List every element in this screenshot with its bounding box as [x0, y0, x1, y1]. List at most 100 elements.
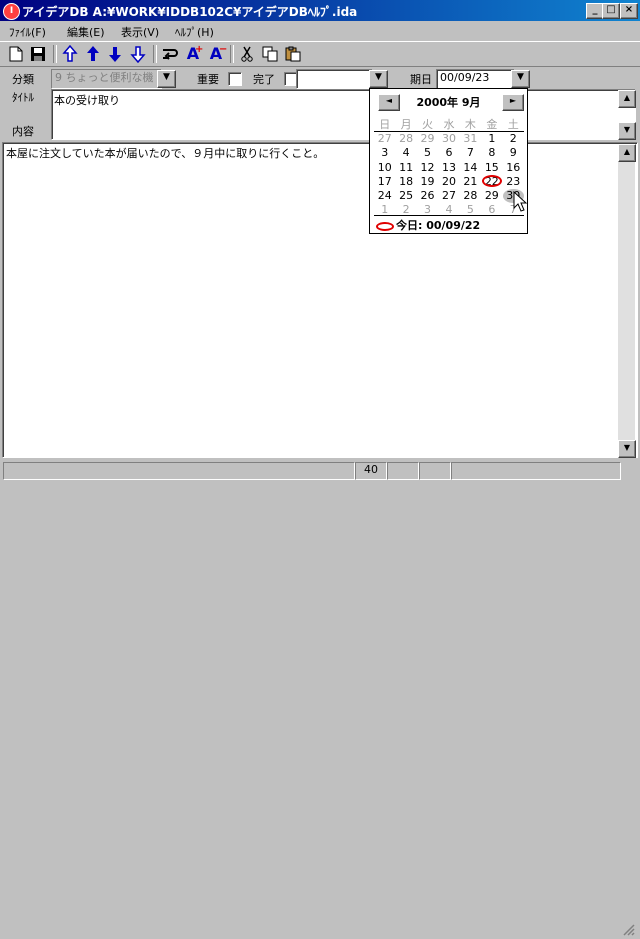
done-date-field[interactable]	[296, 69, 373, 89]
calendar-today-link[interactable]: 今日: 00/09/22	[376, 217, 480, 233]
calendar-day-number: 6	[445, 146, 453, 160]
calendar-day-number: 29	[420, 132, 435, 146]
status-main	[3, 462, 355, 480]
menu-edit[interactable]: 編集(E)	[67, 24, 105, 40]
calendar-day[interactable]: 20	[438, 175, 459, 189]
wrap-icon[interactable]	[160, 44, 180, 64]
calendar-day[interactable]: 14	[460, 161, 481, 175]
important-checkbox[interactable]	[228, 72, 242, 86]
calendar-day[interactable]: 24	[374, 189, 395, 203]
menu-view[interactable]: 表示(V)	[121, 24, 159, 40]
calendar-day[interactable]: 8	[481, 146, 502, 160]
calendar-day[interactable]: 21	[460, 175, 481, 189]
calendar-day[interactable]: 28	[460, 189, 481, 203]
calendar-day[interactable]: 16	[503, 161, 524, 175]
move-bottom-icon[interactable]	[128, 44, 148, 64]
calendar-day[interactable]: 3	[374, 146, 395, 160]
calendar-day-number: 24	[377, 188, 392, 202]
calendar-day-number: 14	[463, 160, 478, 174]
category-dropdown-button[interactable]: ▼	[157, 70, 176, 88]
calendar-day[interactable]: 18	[395, 175, 416, 189]
calendar-day[interactable]: 7	[460, 146, 481, 160]
cut-icon[interactable]	[237, 44, 257, 64]
calendar-day[interactable]: 15	[481, 161, 502, 175]
calendar-day[interactable]: 6	[438, 146, 459, 160]
title-scroll-down-button[interactable]: ▼	[618, 122, 636, 140]
calendar-week-row: 10 11 12 13 14 15 16	[374, 161, 524, 175]
new-file-icon[interactable]	[6, 44, 26, 64]
calendar-day-number: 2	[509, 132, 517, 146]
calendar-week-row: 3456789	[374, 146, 524, 160]
calendar-day[interactable]: 27	[438, 189, 459, 203]
due-date-dropdown-button[interactable]: ▼	[511, 70, 530, 88]
calendar-day-number: 21	[463, 174, 478, 188]
calendar-popup[interactable]: ◄ 2000年 9月 ► 日月火水木金土 27 28 29 30 31 1 2 3 4 5 6 7 8 9 1…	[369, 88, 528, 234]
category-label: 分類	[12, 73, 34, 86]
font-larger-icon[interactable]: A +	[183, 44, 204, 64]
calendar-day[interactable]: 28	[395, 132, 416, 146]
calendar-day[interactable]: 19	[417, 175, 438, 189]
content-textarea[interactable]: 本屋に注文していた本が届いたので、９月中に取りに行くこと。	[2, 142, 638, 458]
calendar-day[interactable]: 2	[503, 132, 524, 146]
calendar-day-number: 13	[441, 160, 456, 174]
calendar-day-number: 3	[381, 146, 389, 160]
calendar-day[interactable]: 23	[503, 175, 524, 189]
title-text: 本の受け取り	[54, 94, 120, 107]
calendar-day-number: 28	[399, 132, 414, 146]
calendar-day[interactable]: 29	[481, 189, 502, 203]
calendar-day[interactable]: 29	[417, 132, 438, 146]
calendar-day[interactable]: 4	[395, 146, 416, 160]
maximize-button[interactable]: □	[602, 3, 620, 19]
title-scroll-up-button[interactable]: ▲	[618, 90, 636, 108]
calendar-day[interactable]: 27	[374, 132, 395, 146]
calendar-day[interactable]: 13	[438, 161, 459, 175]
calendar-day[interactable]: 10	[374, 161, 395, 175]
calendar-weekday: 水	[443, 118, 455, 131]
calendar-day[interactable]: 17	[374, 175, 395, 189]
done-date-dropdown-button[interactable]: ▼	[369, 70, 388, 88]
status-cell	[451, 462, 621, 480]
calendar-day[interactable]: 22	[481, 174, 503, 189]
calendar-day-number: 30	[441, 132, 456, 146]
menu-file[interactable]: ﾌｧｲﾙ(F)	[9, 24, 46, 40]
resize-grip-icon[interactable]	[621, 922, 637, 936]
title-bar[interactable]: I アイデアDB A:¥WORK¥IDDB102C¥アイデアDBﾍﾙﾌﾟ.ida…	[0, 0, 640, 21]
window-title: アイデアDB A:¥WORK¥IDDB102C¥アイデアDBﾍﾙﾌﾟ.ida	[22, 5, 358, 19]
copy-icon[interactable]	[260, 44, 280, 64]
calendar-day[interactable]: 5	[417, 146, 438, 160]
save-icon[interactable]	[28, 44, 48, 64]
move-down-icon[interactable]	[105, 44, 125, 64]
paste-icon[interactable]	[283, 44, 303, 64]
font-smaller-icon[interactable]: A −	[206, 44, 228, 64]
toolbar-separator	[153, 45, 157, 63]
calendar-next-button[interactable]: ►	[502, 94, 524, 111]
content-text: 本屋に注文していた本が届いたので、９月中に取りに行くこと。	[6, 147, 325, 160]
move-up-icon[interactable]	[83, 44, 103, 64]
calendar-day-number: 26	[420, 188, 435, 202]
calendar-day[interactable]: 11	[395, 161, 416, 175]
due-date-field[interactable]: 00/09/23	[436, 69, 515, 89]
move-top-icon[interactable]	[60, 44, 80, 64]
content-scrollbar[interactable]	[618, 144, 635, 456]
calendar-day[interactable]: 1	[481, 132, 502, 146]
calendar-day[interactable]: 12	[417, 161, 438, 175]
content-scroll-down-button[interactable]: ▼	[618, 440, 636, 458]
content-label: 内容	[12, 125, 34, 138]
calendar-day-number: 28	[463, 188, 478, 202]
calendar-day[interactable]: 30	[438, 132, 459, 146]
content-scroll-up-button[interactable]: ▲	[618, 144, 636, 162]
close-button[interactable]: ×	[620, 3, 638, 19]
category-field[interactable]: 9 ちょっと便利な機	[51, 69, 162, 89]
calendar-day[interactable]: 31	[460, 132, 481, 146]
menu-help[interactable]: ﾍﾙﾌﾟ(H)	[175, 24, 214, 40]
title-field[interactable]: 本の受け取り	[51, 89, 636, 140]
calendar-day[interactable]: 25	[395, 189, 416, 203]
toolbar: A + A −	[0, 41, 640, 67]
calendar-day-number: 12	[420, 160, 435, 174]
calendar-day-number: 16	[506, 160, 521, 174]
calendar-day[interactable]: 26	[417, 189, 438, 203]
calendar-day[interactable]: 9	[503, 146, 524, 160]
done-label: 完了	[253, 73, 275, 86]
calendar-today-text: 今日: 00/09/22	[396, 219, 481, 232]
app-icon[interactable]: I	[3, 3, 20, 20]
